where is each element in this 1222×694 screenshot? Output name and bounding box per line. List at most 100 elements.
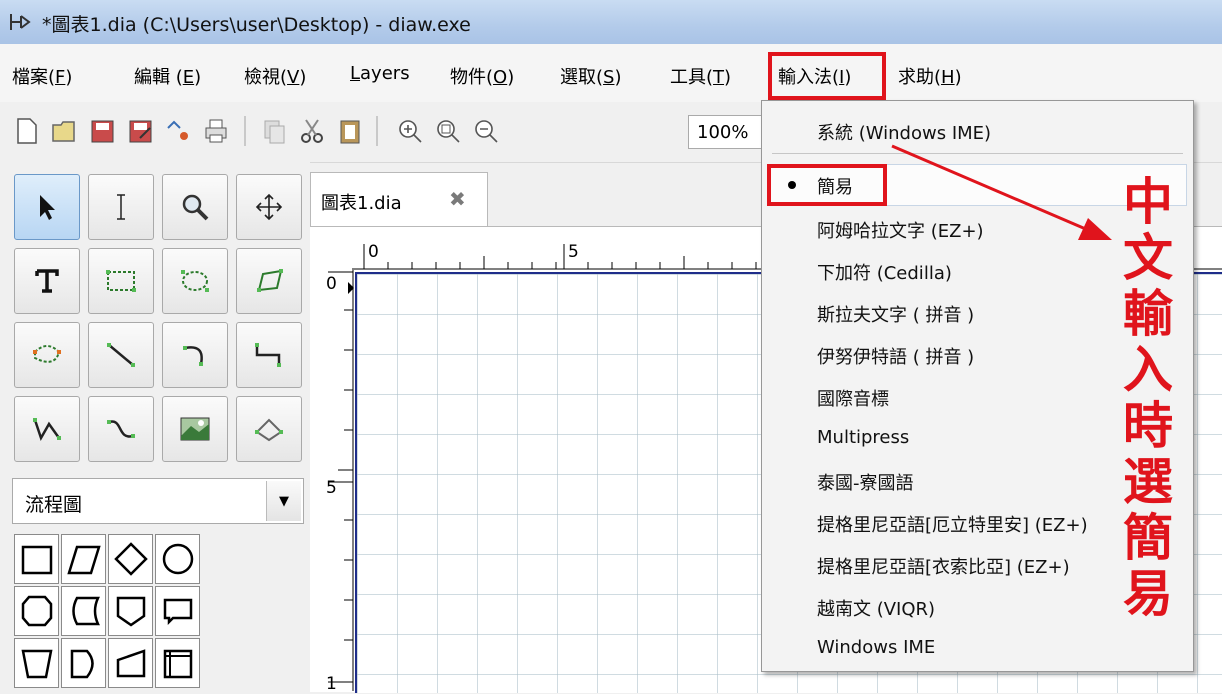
paste-icon[interactable] bbox=[336, 116, 364, 146]
manual-input-shape-icon bbox=[116, 649, 145, 678]
outline-tool[interactable] bbox=[236, 396, 302, 462]
highlight-menu-input-method bbox=[768, 52, 886, 100]
menu-bar: 檔案(F) 編輯 (E) 檢視(V) Layers 物件(O) 選取(S) 工具… bbox=[0, 44, 1222, 102]
chevron-down-icon[interactable]: ▼ bbox=[266, 481, 301, 521]
delay-shape-icon bbox=[70, 649, 94, 679]
arrow-icon bbox=[40, 195, 55, 220]
zoom-out-icon[interactable] bbox=[472, 116, 500, 146]
outline-icon bbox=[255, 418, 283, 442]
menu-layers[interactable]: Layers bbox=[350, 63, 410, 84]
box-icon bbox=[106, 270, 136, 292]
polygon-tool[interactable] bbox=[236, 248, 302, 314]
menu-item-ipa[interactable]: 國際音標 bbox=[817, 385, 889, 411]
export-icon[interactable] bbox=[164, 116, 192, 146]
bezierline-tool[interactable] bbox=[88, 396, 154, 462]
image-icon bbox=[180, 417, 210, 441]
shape-delay[interactable] bbox=[61, 638, 106, 688]
text-T-icon bbox=[35, 269, 59, 293]
shape-display[interactable] bbox=[155, 586, 200, 636]
close-icon[interactable]: ✖ bbox=[449, 187, 466, 211]
tab-diagram[interactable]: 圖表1.dia ✖ bbox=[310, 172, 488, 226]
shape-process[interactable] bbox=[14, 534, 59, 584]
shape-connector[interactable] bbox=[155, 534, 200, 584]
window-title: *圖表1.dia (C:\Users\user\Desktop) - diaw.… bbox=[42, 14, 471, 36]
text-tool[interactable] bbox=[14, 248, 80, 314]
ruler-label: 5 bbox=[326, 478, 337, 498]
annotation-text: 中文輸入時選簡易 bbox=[1123, 172, 1173, 623]
circle-shape-icon bbox=[162, 543, 193, 575]
toolbox: 流程圖 ▼ bbox=[0, 162, 310, 691]
menu-view[interactable]: 檢視(V) bbox=[244, 63, 306, 89]
new-file-icon[interactable] bbox=[12, 116, 40, 146]
ruler-label: 1 bbox=[326, 674, 337, 694]
highlight-simple-item bbox=[767, 164, 887, 206]
title-bar: *圖表1.dia (C:\Users\user\Desktop) - diaw.… bbox=[0, 0, 1222, 44]
zoom-fit-icon[interactable] bbox=[434, 116, 462, 146]
open-folder-icon[interactable] bbox=[50, 116, 78, 146]
shape-internal-storage[interactable] bbox=[155, 638, 200, 688]
line-tool[interactable] bbox=[88, 322, 154, 388]
shape-manual-input[interactable] bbox=[108, 638, 153, 688]
menu-item-tigrigna-ethiopian[interactable]: 提格里尼亞語[衣索比亞] (EZ+) bbox=[817, 553, 1070, 579]
shape-manual-op[interactable] bbox=[14, 638, 59, 688]
bezier-icon bbox=[107, 420, 135, 438]
zigzag-tool[interactable] bbox=[236, 322, 302, 388]
annotation-arrow bbox=[891, 144, 1112, 240]
ellipse-icon bbox=[181, 270, 209, 292]
shape-preparation[interactable] bbox=[14, 586, 59, 636]
stored-data-shape-icon bbox=[71, 596, 100, 626]
menu-object[interactable]: 物件(O) bbox=[450, 63, 514, 89]
shape-data[interactable] bbox=[61, 534, 106, 584]
tab-label: 圖表1.dia bbox=[321, 193, 402, 214]
menu-file[interactable]: 檔案(F) bbox=[12, 63, 72, 89]
box-tool[interactable] bbox=[88, 248, 154, 314]
copy-icon[interactable] bbox=[260, 116, 288, 146]
parallelogram-shape-icon bbox=[66, 545, 101, 575]
polyline-tool[interactable] bbox=[14, 396, 80, 462]
line-icon bbox=[107, 343, 135, 367]
zoom-in-icon[interactable] bbox=[396, 116, 424, 146]
magnify-tool[interactable] bbox=[162, 174, 228, 240]
menu-item-windows-ime[interactable]: Windows IME bbox=[817, 637, 935, 658]
ruler-label: 0 bbox=[326, 274, 337, 294]
image-tool[interactable] bbox=[162, 396, 228, 462]
text-edit-tool[interactable] bbox=[88, 174, 154, 240]
save-icon[interactable] bbox=[88, 116, 116, 146]
square-shape-icon bbox=[21, 545, 52, 575]
menu-tools[interactable]: 工具(T) bbox=[670, 63, 731, 89]
polygon-icon bbox=[257, 269, 283, 292]
menu-item-thai-lao[interactable]: 泰國-寮國語 bbox=[817, 469, 914, 495]
menu-item-multipress[interactable]: Multipress bbox=[817, 427, 909, 448]
dia-app-icon bbox=[10, 14, 31, 30]
menu-item-inuktitut[interactable]: 伊努伊特語 ( 拼音 ) bbox=[817, 343, 974, 369]
ruler-label: 5 bbox=[568, 242, 579, 262]
arc-icon bbox=[183, 346, 203, 366]
sheet-selector[interactable]: 流程圖 ▼ bbox=[12, 478, 304, 524]
menu-edit[interactable]: 編輯 (E) bbox=[134, 63, 201, 89]
menu-item-cyrillic[interactable]: 斯拉夫文字 ( 拼音 ) bbox=[817, 301, 974, 327]
beziergon-icon bbox=[33, 345, 61, 363]
shape-stored-data[interactable] bbox=[61, 586, 106, 636]
print-icon[interactable] bbox=[202, 116, 230, 146]
sheet-label: 流程圖 bbox=[25, 494, 83, 516]
shape-decision[interactable] bbox=[108, 534, 153, 584]
trapezoid-shape-icon bbox=[20, 649, 53, 679]
shape-offpage[interactable] bbox=[108, 586, 153, 636]
pointer-tool[interactable] bbox=[14, 174, 80, 240]
cut-icon[interactable] bbox=[298, 116, 326, 146]
menu-help[interactable]: 求助(H) bbox=[898, 63, 962, 89]
beziergon-tool[interactable] bbox=[14, 322, 80, 388]
text-cursor-icon bbox=[117, 194, 125, 220]
menu-select[interactable]: 選取(S) bbox=[560, 63, 622, 89]
save-as-icon[interactable] bbox=[126, 116, 154, 146]
menu-item-vietnamese[interactable]: 越南文 (VIQR) bbox=[817, 595, 935, 621]
arc-tool[interactable] bbox=[162, 322, 228, 388]
move-icon bbox=[255, 193, 283, 221]
zigzag-icon bbox=[255, 343, 281, 367]
polyline-icon bbox=[33, 418, 61, 442]
zoom-level-field[interactable]: 100% bbox=[688, 115, 768, 149]
scroll-tool[interactable] bbox=[236, 174, 302, 240]
menu-item-tigrigna-eritrean[interactable]: 提格里尼亞語[厄立特里安] (EZ+) bbox=[817, 511, 1088, 537]
menu-item-cedilla[interactable]: 下加符 (Cedilla) bbox=[817, 259, 952, 285]
ellipse-tool[interactable] bbox=[162, 248, 228, 314]
